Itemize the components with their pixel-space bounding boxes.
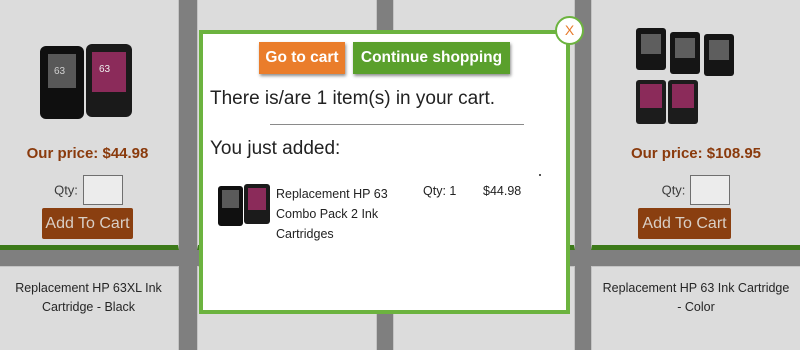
divider xyxy=(270,124,524,125)
just-added-heading: You just added: xyxy=(210,138,341,159)
close-icon[interactable]: X xyxy=(555,16,584,45)
quantity-input[interactable] xyxy=(690,175,731,205)
product-title[interactable]: Replacement HP 63XL Ink Cartridge - Blac… xyxy=(7,279,170,317)
add-to-cart-button[interactable]: Add To Cart xyxy=(638,208,731,239)
svg-text:63: 63 xyxy=(99,64,111,75)
go-to-cart-button[interactable]: Go to cart xyxy=(259,42,345,74)
product-price: Our price: $108.95 xyxy=(630,145,762,162)
add-to-cart-button[interactable]: Add To Cart xyxy=(42,208,133,239)
cart-item-price: $44.98 xyxy=(483,184,522,198)
product-price: Our price: $44.98 xyxy=(26,145,149,162)
quantity-label: Qty: xyxy=(661,182,686,198)
product-card: Replacement HP 63XL Ink Cartridge - Blac… xyxy=(0,266,179,350)
decorative-dot xyxy=(539,174,541,176)
product-card: Our price: $108.95 Qty: Add To Cart xyxy=(591,0,800,250)
svg-text:63: 63 xyxy=(54,66,66,77)
cart-item-name: Replacement HP 63 Combo Pack 2 Ink Cartr… xyxy=(276,187,388,241)
quantity-row: Qty: xyxy=(0,175,178,205)
product-card: Replacement HP 63 Ink Cartridge - Color xyxy=(591,266,800,350)
ink-cartridge-set-icon xyxy=(636,28,734,124)
cart-item-quantity: Qty: 1 xyxy=(423,184,457,198)
cart-modal: Go to cart Continue shopping There is/ar… xyxy=(199,30,570,314)
continue-shopping-button[interactable]: Continue shopping xyxy=(353,42,510,74)
ink-cartridge-combo-icon: 63 63 xyxy=(40,44,132,119)
product-title[interactable]: Replacement HP 63 Ink Cartridge - Color xyxy=(600,279,792,317)
quantity-label: Qty: xyxy=(54,182,78,198)
quantity-row: Qty: xyxy=(592,175,800,205)
quantity-input[interactable] xyxy=(82,175,123,205)
cart-count-message: There is/are 1 item(s) in your cart. xyxy=(210,88,496,109)
product-card: 63 63 Our price: $44.98 Qty: Add To Cart xyxy=(0,0,179,250)
ink-cartridge-combo-icon xyxy=(218,184,270,226)
